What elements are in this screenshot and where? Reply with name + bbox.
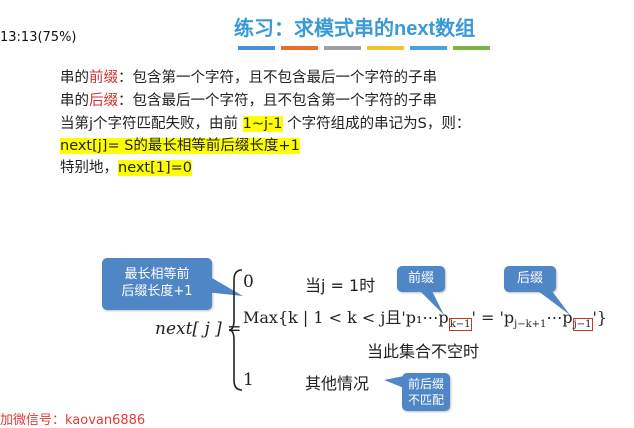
text-part: 串的: [60, 93, 89, 109]
callout-no-match: 前后缀不匹配: [402, 373, 450, 411]
timestamp: 13:13(75%): [0, 30, 77, 45]
case2-note: 当此集合不空时: [367, 342, 480, 361]
color-bar-segment: [410, 46, 447, 50]
next-definition-highlight: next[j]= S的最长相等前后缀长度+1: [60, 138, 300, 154]
color-bar-segment: [367, 46, 404, 50]
special-case: 特别地，next[1]=0: [60, 156, 193, 177]
text-part: 特别地，: [60, 160, 118, 176]
fail-condition: 当第j个字符匹配失败，由前 1~j-1 个字符组成的串记为S，则：: [60, 112, 470, 133]
color-bar-segment: [453, 46, 490, 50]
page-title: 练习：求模式串的next数组: [234, 12, 475, 41]
color-bar-segment: [324, 46, 361, 50]
prefix-term: 前缀: [89, 70, 118, 86]
case2-expression: Max{k | 1 < k < j且'p₁⋯pk−1' = 'pj−k+1⋯pj…: [243, 304, 608, 332]
suffix-end-index: j−1: [572, 318, 593, 332]
color-bar-segment: [238, 46, 275, 50]
text-part: ：包含最后一个字符，且不包含第一个字符的子串: [118, 93, 437, 109]
text-part: 当第j个字符匹配失败，由前: [60, 116, 243, 132]
case1-value: 0: [243, 272, 254, 292]
callout-text: 最长相等前后缀长度+1: [121, 267, 193, 299]
title-suffix: 数组: [435, 16, 476, 40]
callout-text: 前后缀不匹配: [407, 377, 444, 407]
title-code: next: [394, 18, 436, 40]
watermark: 加微信号：kaovan6886: [0, 413, 146, 428]
case3-value: 1: [243, 370, 254, 390]
prefix-end-index: k−1: [448, 318, 472, 332]
range-highlight: 1~j-1: [242, 116, 283, 132]
suffix-definition: 串的后缀：包含最后一个字符，且不包含第一个字符的子串: [60, 89, 437, 110]
text-part: 串的: [60, 70, 89, 86]
suffix-term: 后缀: [89, 93, 118, 109]
title-color-bar: [238, 46, 490, 50]
prefix-definition: 串的前缀：包含第一个字符，且不包含最后一个字符的子串: [60, 66, 437, 87]
case3-condition: 其他情况: [305, 374, 370, 393]
case1-condition: 当j = 1时: [305, 276, 376, 295]
callout-prefix: 前缀: [397, 266, 445, 292]
formula-part: ' = 'p: [471, 308, 515, 327]
color-bar-segment: [281, 46, 318, 50]
next-definition: next[j]= S的最长相等前后缀长度+1: [60, 134, 300, 155]
formula-part: '}: [592, 308, 608, 327]
text-part: ：包含第一个字符，且不包含最后一个字符的子串: [118, 70, 437, 86]
formula-part: Max{k | 1 < k < j且'p₁⋯p: [243, 308, 449, 327]
suffix-start-index: j−k+1: [514, 319, 547, 331]
next1-highlight: next[1]=0: [118, 160, 193, 176]
text-part: 个字符组成的串记为S，则：: [282, 116, 471, 132]
formula-part: ⋯p: [546, 308, 573, 327]
title-prefix: 练习：求模式串的: [234, 16, 394, 40]
callout-longest-length: 最长相等前后缀长度+1: [102, 258, 212, 310]
callout-suffix: 后缀: [504, 266, 556, 292]
callout-pointer: [384, 376, 404, 388]
